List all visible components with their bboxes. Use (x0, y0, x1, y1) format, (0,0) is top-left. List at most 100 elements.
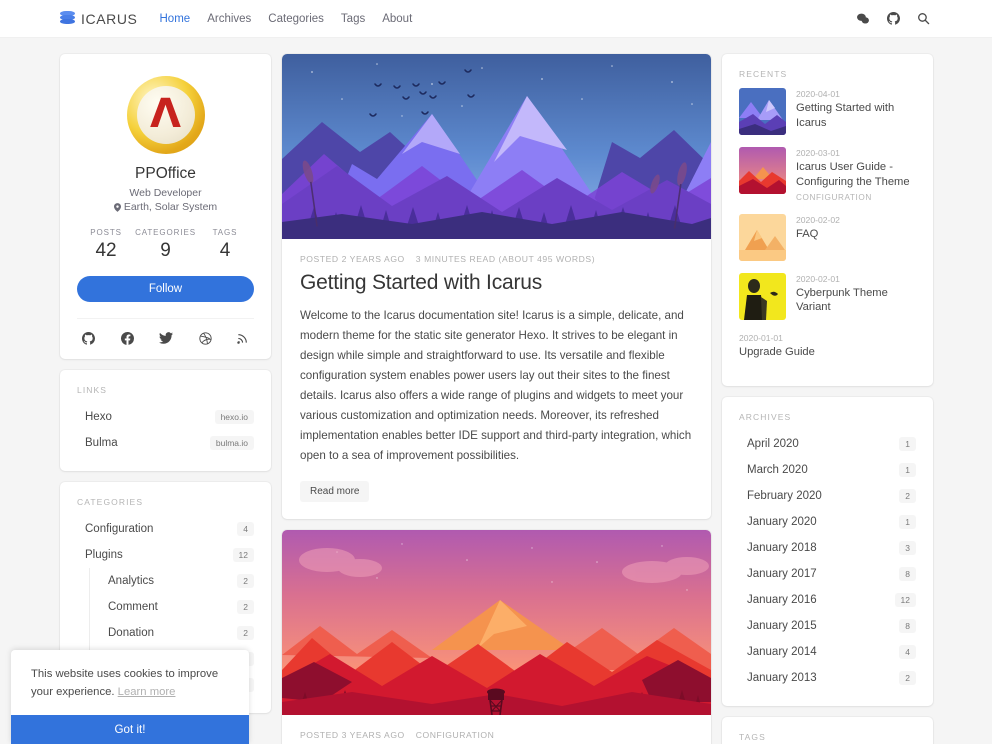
nav-menu: Home Archives Categories Tags About (160, 13, 413, 25)
recents-widget: RECENTS 2020-04-01 Getting Started with … (722, 54, 933, 387)
archive-item-april-2020[interactable]: April 2020 1 (739, 431, 916, 457)
archives-widget: ARCHIVES April 2020 1 March 2020 1 Febru… (722, 397, 933, 707)
category-label: Analytics (108, 575, 155, 587)
recent-item[interactable]: 2020-01-01 Upgrade Guide (739, 332, 916, 360)
facebook-icon[interactable] (120, 331, 134, 345)
right-sidebar: RECENTS 2020-04-01 Getting Started with … (722, 54, 933, 744)
thumbnail-red-sunset (739, 147, 786, 194)
dribbble-icon[interactable] (198, 331, 212, 345)
recent-item[interactable]: 2020-02-01 Cyberpunk Theme Variant (739, 272, 916, 320)
archives-widget-title: ARCHIVES (739, 412, 792, 423)
recent-title: Getting Started with Icarus (796, 102, 895, 129)
recent-title: Upgrade Guide (739, 345, 815, 358)
thumbnail-orange-desert (739, 213, 786, 261)
archive-item-march-2020[interactable]: March 2020 1 (739, 457, 916, 483)
archive-count: 8 (899, 567, 916, 582)
recent-item[interactable]: 2020-04-01 Getting Started with Icarus (739, 88, 916, 135)
archive-label: April 2020 (747, 438, 799, 451)
article-card-2: POSTED 3 YEARS AGO CONFIGURATION 17 MINU… (282, 529, 711, 744)
category-label: Plugins (85, 549, 123, 561)
stat-posts[interactable]: POSTS 42 (77, 228, 135, 262)
article-excerpt: Welcome to the Icarus documentation site… (300, 309, 692, 462)
link-label: Bulma (85, 437, 118, 449)
category-count: 12 (232, 548, 254, 562)
archive-item-february-2020[interactable]: February 2020 2 (739, 483, 916, 509)
category-count: 2 (237, 600, 254, 614)
article-title[interactable]: Getting Started with Icarus (300, 271, 693, 295)
avatar: Λ (126, 76, 205, 154)
recent-date: 2020-02-02 (796, 214, 840, 225)
nav-link-tags[interactable]: Tags (341, 13, 365, 25)
left-sidebar: Λ PPOffice Web Developer Earth, Solar Sy… (60, 54, 271, 724)
archive-item-january-2018[interactable]: January 2018 3 (739, 535, 916, 561)
nav-link-home[interactable]: Home (160, 13, 191, 25)
link-item-hexo[interactable]: Hexo hexo.io (77, 404, 254, 430)
category-item-donation[interactable]: Donation 2 (100, 620, 254, 646)
category-item-configuration[interactable]: Configuration 4 (77, 516, 254, 542)
categories-widget-title: CATEGORIES (77, 497, 144, 507)
archive-label: January 2020 (747, 516, 817, 529)
search-icon[interactable] (917, 12, 930, 25)
article-meta-1: POSTED 2 YEARS AGO 3 MINUTES READ (ABOUT… (300, 254, 693, 264)
links-widget-title: LINKS (77, 385, 108, 395)
archive-label: January 2013 (747, 672, 817, 685)
stat-tags-value: 4 (219, 240, 231, 261)
archive-item-january-2016[interactable]: January 2016 12 (739, 587, 916, 613)
thumbnail-yellow-cyberpunk (739, 272, 786, 320)
link-value: bulma.io (209, 436, 254, 450)
archive-count: 1 (899, 437, 916, 452)
brand-logo[interactable]: ICARUS (60, 10, 138, 27)
comments-icon[interactable] (856, 12, 870, 26)
twitter-icon[interactable] (159, 331, 173, 345)
archive-item-january-2013[interactable]: January 2013 2 (739, 665, 916, 691)
nav-link-about[interactable]: About (382, 13, 412, 25)
recent-date: 2020-04-01 (796, 89, 840, 99)
article-readtime: 3 MINUTES READ (ABOUT 495 WORDS) (415, 254, 596, 264)
cookie-learn-more-link[interactable]: Learn more (118, 686, 176, 698)
nav-link-categories[interactable]: Categories (268, 13, 324, 25)
github-icon[interactable] (82, 331, 95, 345)
page-container: Λ PPOffice Web Developer Earth, Solar Sy… (0, 38, 992, 744)
recents-widget-title: RECENTS (739, 69, 788, 79)
nav-icon-group (856, 12, 930, 26)
article-meta-2: POSTED 3 YEARS AGO CONFIGURATION 17 MINU… (300, 730, 693, 744)
category-count: 2 (237, 626, 254, 640)
archive-count: 8 (899, 619, 916, 634)
cookie-message: This website uses cookies to improve you… (11, 650, 249, 715)
link-item-bulma[interactable]: Bulma bulma.io (77, 430, 254, 456)
archive-item-january-2014[interactable]: January 2014 4 (739, 639, 916, 665)
archive-count: 12 (894, 593, 916, 608)
category-count: 2 (237, 574, 254, 588)
main-content: POSTED 2 YEARS AGO 3 MINUTES READ (ABOUT… (282, 54, 711, 744)
category-item-analytics[interactable]: Analytics 2 (100, 568, 254, 594)
profile-name: PPOffice (135, 165, 196, 182)
archive-count: 2 (899, 489, 916, 504)
recent-item[interactable]: 2020-03-01 Icarus User Guide - Configuri… (739, 147, 916, 202)
recent-item[interactable]: 2020-02-02 FAQ (739, 213, 916, 261)
category-item-plugins[interactable]: Plugins 12 (77, 542, 254, 568)
cookie-accept-button[interactable]: Got it! (11, 715, 249, 744)
nav-link-archives[interactable]: Archives (207, 13, 251, 25)
archive-label: January 2014 (747, 646, 817, 659)
article-card-1: POSTED 2 YEARS AGO 3 MINUTES READ (ABOUT… (282, 54, 711, 519)
recent-category: CONFIGURATION (796, 192, 872, 202)
archive-item-january-2017[interactable]: January 2017 8 (739, 561, 916, 587)
brand-name: ICARUS (81, 10, 138, 27)
rss-icon[interactable] (237, 332, 249, 344)
stat-posts-value: 42 (95, 240, 117, 261)
stat-posts-label: POSTS (90, 228, 122, 237)
archive-item-january-2015[interactable]: January 2015 8 (739, 613, 916, 639)
profile-location: Earth, Solar System (77, 201, 254, 213)
read-more-button[interactable]: Read more (300, 480, 370, 502)
article-posted: POSTED 3 YEARS AGO (300, 729, 405, 740)
archive-count: 4 (899, 645, 916, 660)
archive-item-january-2020[interactable]: January 2020 1 (739, 509, 916, 535)
github-icon[interactable] (887, 12, 900, 25)
stat-categories[interactable]: CATEGORIES 9 (135, 228, 196, 262)
stat-tags[interactable]: TAGS 4 (196, 228, 254, 262)
category-item-comment[interactable]: Comment 2 (100, 594, 254, 620)
category-count: 4 (237, 522, 254, 536)
follow-button[interactable]: Follow (77, 276, 254, 302)
article-category[interactable]: CONFIGURATION (416, 730, 495, 740)
social-links (77, 318, 254, 345)
